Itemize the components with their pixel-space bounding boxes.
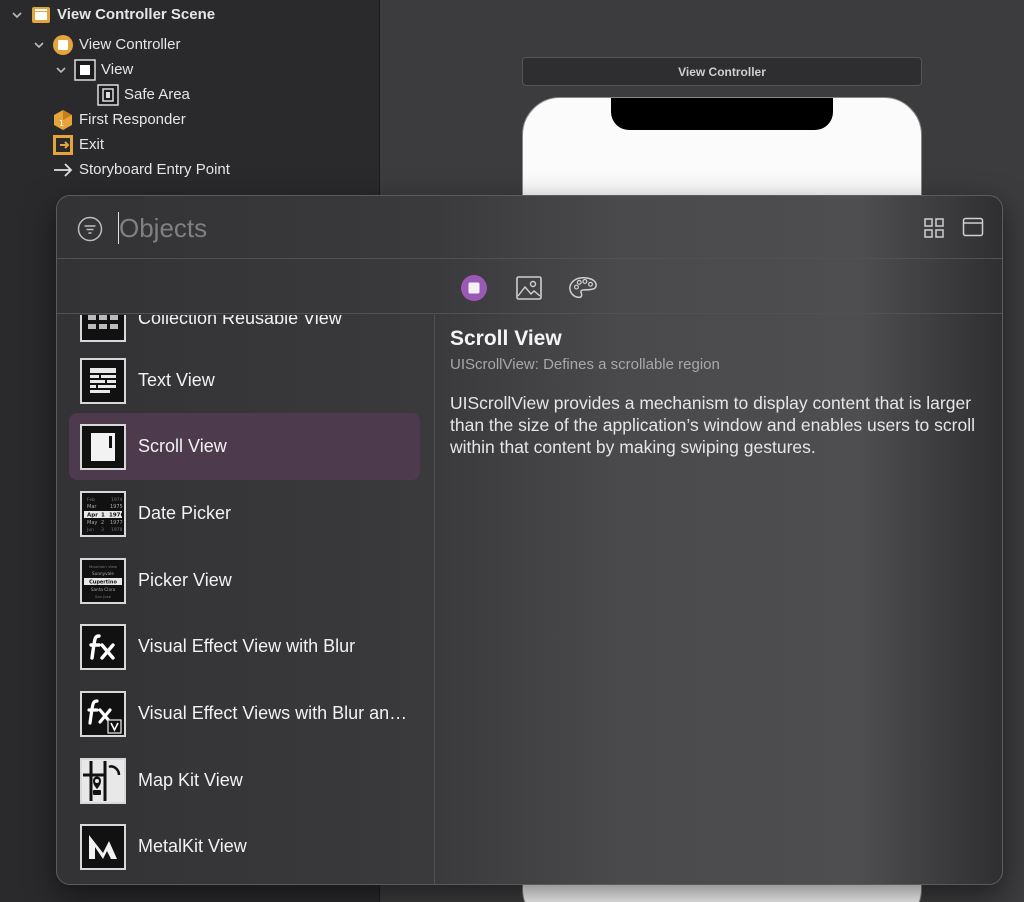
arrow-right-icon	[52, 159, 74, 181]
visual-effect-icon	[80, 623, 126, 670]
list-item-visual-effect-views-with-blur-and-vibrancy[interactable]: Visual Effect Views with Blur and Vibran…	[69, 680, 420, 747]
outline-item-exit[interactable]: Exit	[52, 132, 104, 157]
picker-row: Mountain View	[89, 564, 117, 569]
library-tabs	[57, 260, 1002, 314]
list-item-label: MetalKit View	[138, 836, 247, 856]
outline-item-label: Safe Area	[124, 86, 190, 103]
date-picker-year: 1977	[110, 520, 123, 526]
scene-icon	[30, 4, 52, 26]
date-picker-month: May	[87, 520, 97, 526]
outline-item-label: View Controller	[79, 36, 181, 53]
view-controller-icon	[52, 34, 74, 56]
list-item-label: Date Picker	[138, 503, 232, 523]
date-picker-day: 3	[101, 527, 104, 533]
scroll-view-icon	[80, 423, 126, 470]
filter-icon[interactable]	[77, 216, 103, 242]
date-picker-day: 2	[101, 520, 104, 526]
grid-view-icon[interactable]	[923, 217, 945, 239]
visual-effect-vibrancy-icon	[80, 690, 126, 737]
text-view-icon	[80, 357, 126, 404]
picker-view-icon: Mountain View Sunnyvale Cupertino Santa …	[80, 557, 126, 604]
list-item-label: Scroll View	[138, 436, 227, 456]
list-item-text-view[interactable]: Text View	[69, 347, 420, 414]
outline-item-view[interactable]: View	[54, 57, 133, 82]
search-input[interactable]	[119, 208, 839, 248]
picker-row: San Jose	[95, 594, 112, 599]
chevron-down-icon[interactable]	[32, 38, 46, 52]
date-picker-year: 1975	[110, 504, 123, 510]
date-picker-month: Mar	[87, 504, 97, 510]
objects-icon	[461, 275, 487, 301]
list-item-date-picker[interactable]: Feb 1974 Mar 1975 Apr 1 1976 May 2 1977 …	[69, 480, 420, 547]
outline-item-storyboard-entry-point[interactable]: Storyboard Entry Point	[52, 157, 230, 182]
view-icon	[74, 58, 96, 81]
outline-item-view-controller-scene[interactable]: View Controller Scene	[10, 2, 215, 27]
list-item-label: Visual Effect Views with Blur and Vibran…	[138, 703, 413, 723]
date-picker-year: 1978	[111, 527, 123, 533]
chevron-down-icon[interactable]	[54, 63, 68, 77]
map-kit-icon	[80, 757, 126, 804]
outline-item-label: Storyboard Entry Point	[79, 161, 230, 178]
search-bar	[57, 196, 1002, 259]
list-item-picker-view[interactable]: Mountain View Sunnyvale Cupertino Santa …	[69, 547, 420, 614]
media-tab[interactable]	[514, 273, 544, 303]
list-item-label: Map Kit View	[138, 770, 243, 790]
list-item-label: Text View	[138, 370, 215, 390]
date-picker-icon: Feb 1974 Mar 1975 Apr 1 1976 May 2 1977 …	[80, 490, 126, 537]
colors-tab[interactable]	[568, 273, 598, 303]
object-library-popover: Collection Reusable View Text View Scrol…	[56, 195, 1003, 885]
object-detail: Scroll View UIScrollView: Defines a scro…	[450, 327, 990, 458]
detail-title: Scroll View	[450, 327, 562, 350]
palette-icon	[569, 276, 597, 299]
list-item-metalkit-view[interactable]: MetalKit View	[69, 813, 420, 880]
list-item-label: Picker View	[138, 570, 232, 590]
detail-description: UIScrollView provides a mechanism to dis…	[450, 393, 975, 457]
collection-reusable-view-icon	[80, 315, 126, 342]
scene-title-bar[interactable]: View Controller	[522, 57, 922, 86]
list-item-label: Visual Effect View with Blur	[138, 636, 356, 656]
date-picker-year: 1974	[111, 497, 123, 503]
list-item-label: Collection Reusable View	[138, 315, 342, 328]
detail-subtitle: UIScrollView: Defines a scrollable regio…	[450, 356, 720, 373]
safe-area-icon	[97, 83, 119, 106]
outline-item-view-controller[interactable]: View Controller	[32, 32, 180, 57]
list-item-map-kit-view[interactable]: Map Kit View	[69, 747, 420, 814]
object-list[interactable]: Collection Reusable View Text View Scrol…	[57, 315, 435, 884]
device-notch	[611, 98, 833, 130]
window-icon[interactable]	[962, 216, 984, 238]
objects-tab[interactable]	[459, 273, 489, 303]
image-icon	[516, 276, 542, 300]
picker-row: Santa Clara	[91, 587, 116, 592]
metalkit-icon	[80, 823, 126, 870]
outline-item-label: View	[101, 61, 134, 78]
date-picker-month: Jun	[86, 527, 94, 533]
first-responder-icon: 1	[52, 109, 74, 131]
date-picker-day: 1	[101, 512, 105, 518]
date-picker-year: 1976	[109, 512, 124, 518]
list-item-scroll-view[interactable]: Scroll View	[69, 413, 420, 480]
picker-row: Cupertino	[89, 579, 117, 585]
outline-item-label: View Controller Scene	[57, 6, 216, 23]
svg-text:1: 1	[59, 119, 64, 128]
outline-item-label: First Responder	[79, 111, 186, 128]
outline-item-first-responder[interactable]: 1 First Responder	[52, 107, 186, 132]
chevron-down-icon[interactable]	[10, 8, 24, 22]
outline-item-label: Exit	[79, 136, 105, 153]
date-picker-month: Apr	[87, 512, 98, 518]
exit-icon	[52, 134, 74, 156]
date-picker-month: Feb	[87, 497, 95, 503]
outline-item-safe-area[interactable]: Safe Area	[97, 82, 190, 107]
list-item-visual-effect-view-with-blur[interactable]: Visual Effect View with Blur	[69, 613, 420, 680]
picker-row: Sunnyvale	[92, 571, 114, 576]
